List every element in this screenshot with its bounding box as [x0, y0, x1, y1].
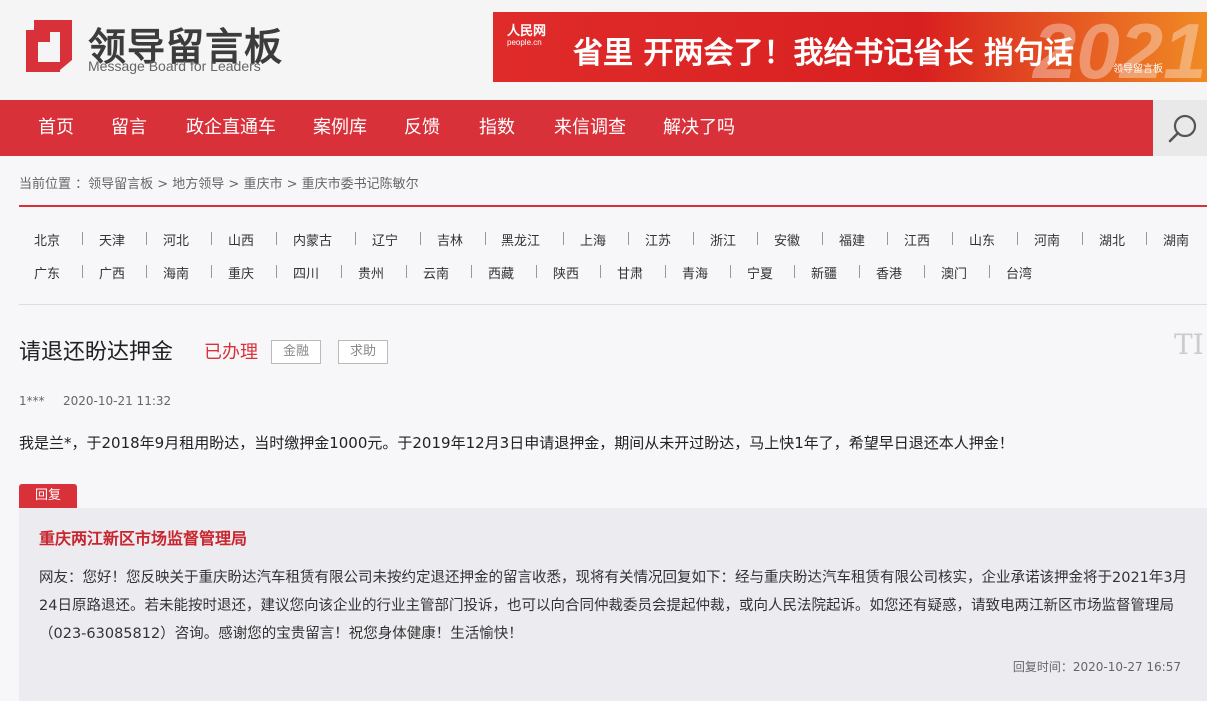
region-item[interactable]: 河北 [163, 230, 189, 249]
reply-box: 重庆两江新区市场监督管理局 网友：您好！您反映关于重庆盼达汽车租赁有限公司未按约… [19, 508, 1207, 701]
message-author: 1*** [19, 394, 45, 408]
region-item[interactable]: 天津 [99, 230, 125, 249]
banner-brand: 人民网 [507, 24, 547, 39]
region-item[interactable]: 北京 [34, 230, 60, 249]
message-time: 2020-10-21 11:32 [63, 394, 172, 408]
logo-subtitle: Message Board for Leaders [88, 58, 261, 74]
logo-mark-icon [26, 20, 72, 72]
reply-time: 回复时间：2020-10-27 16:57 [1012, 660, 1181, 674]
status-badge: 已办理 [204, 342, 258, 363]
divider-gray [19, 304, 1207, 305]
nav-item-message[interactable]: 留言 [111, 100, 147, 156]
region-item[interactable]: 云南 [423, 263, 449, 282]
region-item[interactable]: 重庆 [228, 263, 254, 282]
reply-organization: 重庆两江新区市场监督管理局 [39, 529, 248, 548]
region-item[interactable]: 甘肃 [617, 263, 643, 282]
region-item[interactable]: 内蒙古 [293, 230, 332, 249]
region-item[interactable]: 河南 [1034, 230, 1060, 249]
divider-red [19, 205, 1207, 207]
site-logo[interactable]: 领导留言板 Message Board for Leaders [20, 14, 300, 80]
region-item[interactable]: 四川 [293, 263, 319, 282]
region-item[interactable]: 湖南 [1163, 230, 1189, 249]
region-item[interactable]: 江西 [904, 230, 930, 249]
search-icon [1168, 114, 1197, 143]
font-size-toggle-icon[interactable]: TI [1174, 328, 1204, 361]
tag-help[interactable]: 求助 [338, 340, 388, 364]
region-item[interactable]: 山西 [228, 230, 254, 249]
region-item[interactable]: 江苏 [645, 230, 671, 249]
banner-brand-sub: people.cn [507, 38, 542, 47]
region-item[interactable]: 安徽 [774, 230, 800, 249]
nav-item-index[interactable]: 指数 [479, 100, 515, 156]
site-header: 领导留言板 Message Board for Leaders 人民网 peop… [0, 0, 1207, 100]
promo-banner[interactable]: 人民网 people.cn 2021 省里 开两会了！我给书记省长 捎句话 领导… [493, 12, 1207, 82]
region-item[interactable]: 海南 [163, 263, 189, 282]
region-item[interactable]: 广东 [34, 263, 60, 282]
tag-finance[interactable]: 金融 [271, 340, 321, 364]
nav-item-home[interactable]: 首页 [38, 100, 74, 156]
nav-item-enterprise[interactable]: 政企直通车 [186, 100, 276, 156]
reply-badge: 回复 [19, 484, 77, 508]
reply-text: 网友：您好！您反映关于重庆盼达汽车租赁有限公司未按约定退还押金的留言收悉，现将有… [39, 570, 1188, 642]
main-content: 当前位置 ：领导留言板 > 地方领导 > 重庆市 > 重庆市委书记陈敏尔 北京 … [0, 156, 1207, 701]
region-item[interactable]: 新疆 [811, 263, 837, 282]
nav-item-feedback[interactable]: 反馈 [404, 100, 440, 156]
region-item[interactable]: 陕西 [553, 263, 579, 282]
nav-item-cases[interactable]: 案例库 [313, 100, 367, 156]
breadcrumb[interactable]: 当前位置 ：领导留言板 > 地方领导 > 重庆市 > 重庆市委书记陈敏尔 [19, 173, 419, 192]
region-item[interactable]: 台湾 [1006, 263, 1032, 282]
region-item[interactable]: 湖北 [1099, 230, 1125, 249]
region-item[interactable]: 上海 [580, 230, 606, 249]
region-item[interactable]: 西藏 [488, 263, 514, 282]
region-item[interactable]: 青海 [682, 263, 708, 282]
main-nav: 首页 留言 政企直通车 案例库 反馈 指数 来信调查 解决了吗 [0, 100, 1153, 156]
region-item[interactable]: 香港 [876, 263, 902, 282]
banner-text: 省里 开两会了！我给书记省长 捎句话 [573, 36, 1074, 71]
region-item[interactable]: 浙江 [710, 230, 736, 249]
message-title: 请退还盼达押金 [19, 340, 174, 365]
region-item[interactable]: 宁夏 [747, 263, 773, 282]
banner-corner-logo: 领导留言板 [1113, 64, 1163, 75]
region-item[interactable]: 贵州 [358, 263, 384, 282]
nav-item-solved[interactable]: 解决了吗 [663, 100, 735, 156]
region-item[interactable]: 黑龙江 [501, 230, 540, 249]
nav-item-survey[interactable]: 来信调查 [554, 100, 626, 156]
search-button[interactable] [1153, 100, 1207, 156]
region-item[interactable]: 福建 [839, 230, 865, 249]
message-body: 我是兰*，于2018年9月租用盼达，当时缴押金1000元。于2019年12月3日… [19, 434, 1014, 452]
region-item[interactable]: 辽宁 [372, 230, 398, 249]
region-item[interactable]: 澳门 [941, 263, 967, 282]
region-item[interactable]: 山东 [969, 230, 995, 249]
region-item[interactable]: 吉林 [437, 230, 463, 249]
region-item[interactable]: 广西 [99, 263, 125, 282]
